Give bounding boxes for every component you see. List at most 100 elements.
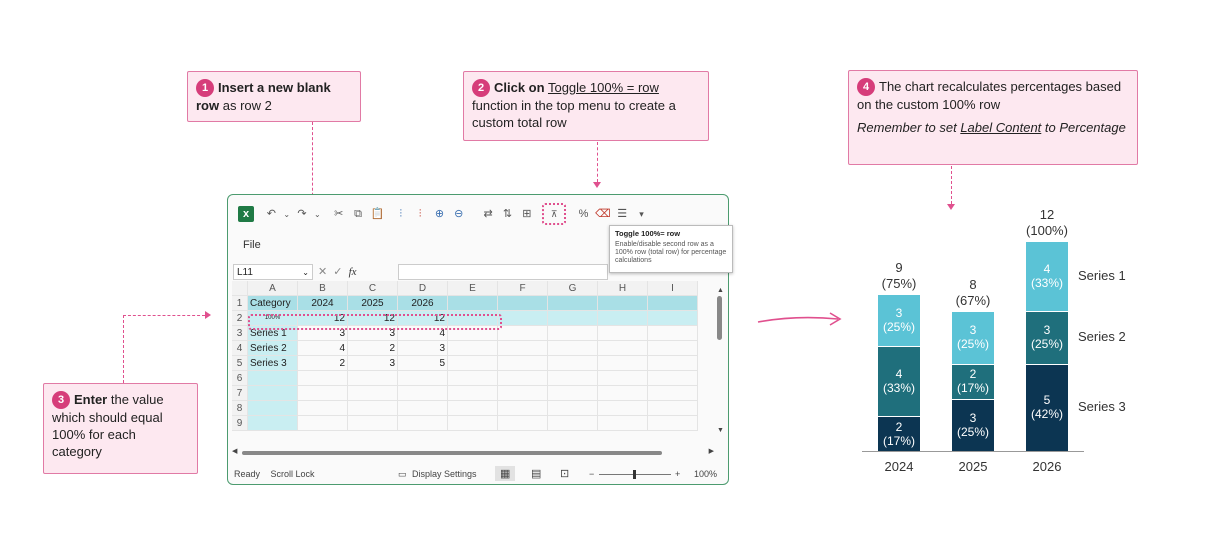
menu-file[interactable]: File (243, 239, 261, 251)
settings-panel-icon[interactable]: ☰ (614, 206, 630, 222)
cell[interactable] (448, 341, 498, 356)
cell[interactable]: Series 1 (248, 326, 298, 341)
cell[interactable] (598, 416, 648, 431)
cell[interactable] (648, 326, 698, 341)
scroll-up-icon[interactable]: ▲ (717, 287, 724, 294)
insert-column-icon[interactable]: ⫶ (393, 206, 409, 222)
cell[interactable] (648, 386, 698, 401)
cell[interactable]: 12 (298, 311, 348, 326)
undo-dropdown-icon[interactable]: ⌄ (283, 207, 291, 223)
sort-icon[interactable]: ⇅ (499, 206, 515, 222)
row-header[interactable]: 8 (232, 401, 248, 416)
cell[interactable] (448, 416, 498, 431)
cell[interactable] (348, 386, 398, 401)
cell[interactable] (398, 401, 448, 416)
horizontal-scrollbar[interactable]: ◀ ▶ (232, 447, 714, 457)
undo-icon[interactable]: ↶ (263, 206, 279, 222)
insert-row-icon[interactable]: ⊕ (431, 206, 447, 222)
cell[interactable] (298, 401, 348, 416)
cell[interactable]: Category (248, 296, 298, 311)
zoom-slider[interactable] (599, 470, 671, 479)
toggle-100-row-icon[interactable]: ⊼ (542, 203, 567, 225)
cell[interactable] (498, 401, 548, 416)
cut-icon[interactable]: ✂ (331, 206, 347, 222)
cell[interactable] (548, 356, 598, 371)
cell[interactable] (648, 356, 698, 371)
cell[interactable] (548, 371, 598, 386)
cell[interactable] (448, 356, 498, 371)
cell[interactable] (548, 416, 598, 431)
column-header[interactable]: G (548, 281, 598, 296)
column-header[interactable]: H (598, 281, 648, 296)
cell[interactable]: 2 (348, 341, 398, 356)
row-header[interactable]: 5 (232, 356, 248, 371)
cell[interactable] (548, 386, 598, 401)
cell[interactable] (498, 371, 548, 386)
scroll-left-icon[interactable]: ◀ (232, 447, 237, 455)
cell[interactable]: Series 2 (248, 341, 298, 356)
cell[interactable]: 5 (398, 356, 448, 371)
cell[interactable]: 4 (298, 341, 348, 356)
more-options-icon[interactable]: ▾ (634, 206, 650, 222)
cell[interactable]: 3 (398, 341, 448, 356)
cell[interactable]: 3 (298, 326, 348, 341)
cell[interactable] (598, 311, 648, 326)
cell[interactable]: 3 (348, 326, 398, 341)
cell[interactable] (648, 416, 698, 431)
redo-dropdown-icon[interactable]: ⌄ (313, 207, 321, 223)
vertical-scroll-thumb[interactable] (717, 296, 722, 340)
cell[interactable]: 2 (298, 356, 348, 371)
transpose-icon[interactable]: ⇄ (480, 206, 496, 222)
cell[interactable]: 2025 (348, 296, 398, 311)
cell[interactable] (648, 341, 698, 356)
column-header[interactable]: E (448, 281, 498, 296)
row-header[interactable]: 9 (232, 416, 248, 431)
cell[interactable]: 100% (248, 311, 298, 326)
row-header[interactable]: 3 (232, 326, 248, 341)
column-header[interactable] (232, 281, 248, 296)
cell[interactable] (498, 356, 548, 371)
cell[interactable] (598, 401, 648, 416)
cell[interactable] (248, 416, 298, 431)
display-settings-button[interactable]: Display Settings (412, 469, 477, 479)
scroll-down-icon[interactable]: ▼ (717, 427, 724, 434)
horizontal-scroll-thumb[interactable] (242, 451, 662, 455)
cell[interactable]: 4 (398, 326, 448, 341)
cell[interactable] (548, 341, 598, 356)
cell[interactable] (398, 416, 448, 431)
zoom-level[interactable]: 100% (694, 469, 717, 479)
cell[interactable] (548, 311, 598, 326)
group-icon[interactable]: ⊞ (519, 206, 535, 222)
cell[interactable] (248, 401, 298, 416)
cell[interactable] (248, 386, 298, 401)
cell[interactable] (398, 371, 448, 386)
cell[interactable] (348, 371, 398, 386)
cell[interactable] (648, 371, 698, 386)
confirm-formula-icon[interactable]: ✓ (333, 266, 342, 278)
cell[interactable] (598, 326, 648, 341)
cell[interactable] (298, 371, 348, 386)
scroll-right-icon[interactable]: ▶ (709, 447, 714, 455)
cell[interactable] (448, 401, 498, 416)
cell[interactable]: 12 (348, 311, 398, 326)
copy-icon[interactable]: ⧉ (350, 206, 366, 222)
cell[interactable]: 2026 (398, 296, 448, 311)
cell[interactable] (598, 341, 648, 356)
cell[interactable] (348, 416, 398, 431)
step2-link[interactable]: Toggle 100% = row (548, 80, 659, 95)
cell[interactable] (548, 401, 598, 416)
column-header[interactable]: D (398, 281, 448, 296)
cell[interactable]: 2024 (298, 296, 348, 311)
delete-row-icon[interactable]: ⊖ (451, 206, 467, 222)
cell[interactable] (498, 326, 548, 341)
cell[interactable] (448, 326, 498, 341)
cell[interactable] (448, 386, 498, 401)
normal-view-icon[interactable]: ▦ (495, 466, 516, 481)
redo-icon[interactable]: ↷ (294, 206, 310, 222)
cell[interactable] (598, 296, 648, 311)
cancel-formula-icon[interactable]: ✕ (318, 266, 327, 278)
formula-input[interactable] (398, 264, 608, 280)
cell[interactable]: 12 (398, 311, 448, 326)
row-header[interactable]: 2 (232, 311, 248, 326)
vertical-scrollbar[interactable]: ▲ ▼ (717, 287, 724, 437)
